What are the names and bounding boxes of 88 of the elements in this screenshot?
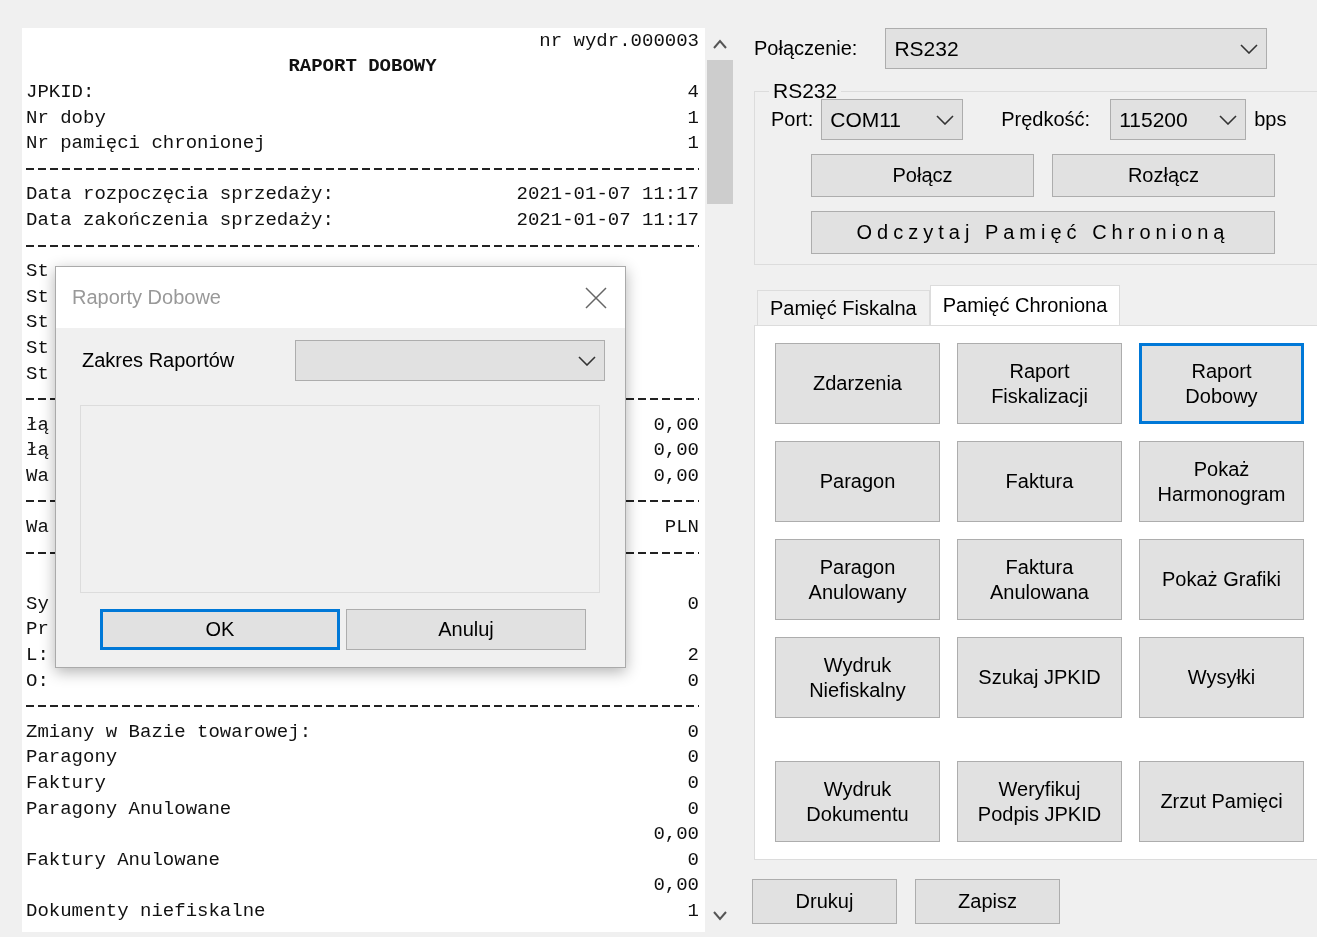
function-button[interactable]: Faktura xyxy=(957,441,1122,522)
chevron-down-icon xyxy=(1219,114,1238,125)
action-button[interactable]: Zapisz xyxy=(915,879,1060,924)
range-dropdown[interactable] xyxy=(295,340,605,381)
report-label: Pr xyxy=(26,618,49,641)
function-button[interactable]: Zdarzenia xyxy=(775,343,940,424)
close-icon[interactable] xyxy=(585,286,607,309)
report-value: 2021-01-07 11:17 xyxy=(516,183,699,206)
function-button[interactable]: Pokaż Grafiki xyxy=(1139,539,1304,620)
report-label: Data zakończenia sprzedaży: xyxy=(26,208,334,231)
report-value: 2 xyxy=(687,644,699,667)
report-value: 0 xyxy=(687,772,699,794)
report-value: 2021-01-07 11:17 xyxy=(516,208,699,231)
port-label: Port: xyxy=(771,108,814,131)
report-value: 0 xyxy=(687,592,699,615)
function-button[interactable]: Paragon Anulowany xyxy=(775,539,940,620)
connection-dropdown[interactable]: RS232 xyxy=(885,28,1268,69)
function-button[interactable]: Weryfikuj Podpis JPKID xyxy=(957,761,1122,842)
report-value: 0,00 xyxy=(653,464,699,487)
report-label: Zmiany w Bazie towarowej: xyxy=(26,720,312,743)
report-value: 0 xyxy=(687,746,699,769)
speed-dropdown[interactable]: 115200 xyxy=(1110,99,1247,140)
report-value: 1 xyxy=(687,106,699,129)
function-button[interactable]: Faktura Anulowana xyxy=(957,539,1122,620)
report-label: Nr pamięci chronionej xyxy=(26,132,266,155)
scroll-down-icon[interactable] xyxy=(712,910,728,922)
function-button[interactable]: Szukaj JPKID xyxy=(957,637,1122,718)
report-value: 1 xyxy=(687,900,699,922)
report-label: JPKID: xyxy=(26,81,95,103)
range-label: Zakres Raportów xyxy=(82,349,235,372)
chevron-down-icon xyxy=(578,355,596,366)
scroll-up-icon[interactable] xyxy=(712,38,728,50)
dialog-button[interactable]: OK xyxy=(100,609,340,650)
unit-label: bps xyxy=(1254,108,1287,131)
report-label: St xyxy=(26,285,49,308)
dialog-title: Raporty Dobowe xyxy=(72,286,221,309)
report-label: Sy xyxy=(26,592,49,615)
chevron-down-icon xyxy=(936,114,955,125)
report-label: Paragony xyxy=(26,746,118,769)
report-value: 0 xyxy=(687,669,699,692)
connect-button[interactable]: Połącz xyxy=(811,154,1034,197)
report-value: nr wydr.000003 xyxy=(539,29,699,52)
scroll-thumb[interactable] xyxy=(707,60,733,204)
report-label: łą xyxy=(26,413,49,436)
function-button[interactable]: Pokaż Harmonogram xyxy=(1139,441,1304,522)
report-label: Wa xyxy=(26,516,49,539)
report-label: L: xyxy=(26,644,49,667)
report-value: 0,00 xyxy=(653,874,699,897)
report-label: Data rozpoczęcia sprzedaży: xyxy=(26,183,334,206)
function-button[interactable]: Paragon xyxy=(775,441,940,522)
report-value: 0,00 xyxy=(653,439,699,462)
port-dropdown[interactable]: COM11 xyxy=(821,99,964,140)
function-button[interactable]: Wysyłki xyxy=(1139,637,1304,718)
action-button[interactable]: Drukuj xyxy=(752,879,897,924)
function-button[interactable]: Wydruk Niefiskalny xyxy=(775,637,940,718)
read-memory-button[interactable]: Odczytaj Pamięć Chronioną xyxy=(811,211,1275,254)
report-value: 0 xyxy=(687,797,699,820)
report-label: O: xyxy=(26,669,49,692)
report-label: Wa xyxy=(26,464,49,487)
report-value: 0 xyxy=(687,848,699,871)
tab[interactable]: Pamięć Chroniona xyxy=(929,285,1121,325)
report-value: 0,00 xyxy=(653,413,699,436)
report-label: Paragony Anulowane xyxy=(26,797,232,820)
report-label: St xyxy=(26,311,49,334)
dialog-button[interactable]: Anuluj xyxy=(346,609,586,650)
report-title: RAPORT DOBOWY xyxy=(288,55,437,78)
report-value: 0 xyxy=(687,720,699,743)
report-label: St xyxy=(26,260,49,283)
report-label: Nr doby xyxy=(26,106,106,129)
function-button[interactable]: Raport Dobowy xyxy=(1139,343,1304,424)
connection-label: Połączenie: xyxy=(754,37,858,60)
report-label: Faktury Anulowane xyxy=(26,848,220,871)
function-button[interactable]: Wydruk Dokumentu xyxy=(775,761,940,842)
chevron-down-icon xyxy=(1240,43,1259,54)
report-label: łą xyxy=(26,439,49,462)
speed-label: Prędkość: xyxy=(1001,108,1091,131)
report-label: St xyxy=(26,362,49,385)
report-label: Dokumenty niefiskalne xyxy=(26,900,266,922)
report-value: 4 xyxy=(687,81,699,103)
report-value: 0,00 xyxy=(653,823,699,846)
report-value: PLN xyxy=(664,516,699,539)
connect-button[interactable]: Rozłącz xyxy=(1052,154,1275,197)
report-label: St xyxy=(26,336,49,359)
tab[interactable]: Pamięć Fiskalna xyxy=(757,290,930,325)
report-label: Faktury xyxy=(26,772,106,794)
function-button[interactable]: Zrzut Pamięci xyxy=(1139,761,1304,842)
report-value: 1 xyxy=(687,132,699,155)
function-button[interactable]: Raport Fiskalizacji xyxy=(957,343,1122,424)
